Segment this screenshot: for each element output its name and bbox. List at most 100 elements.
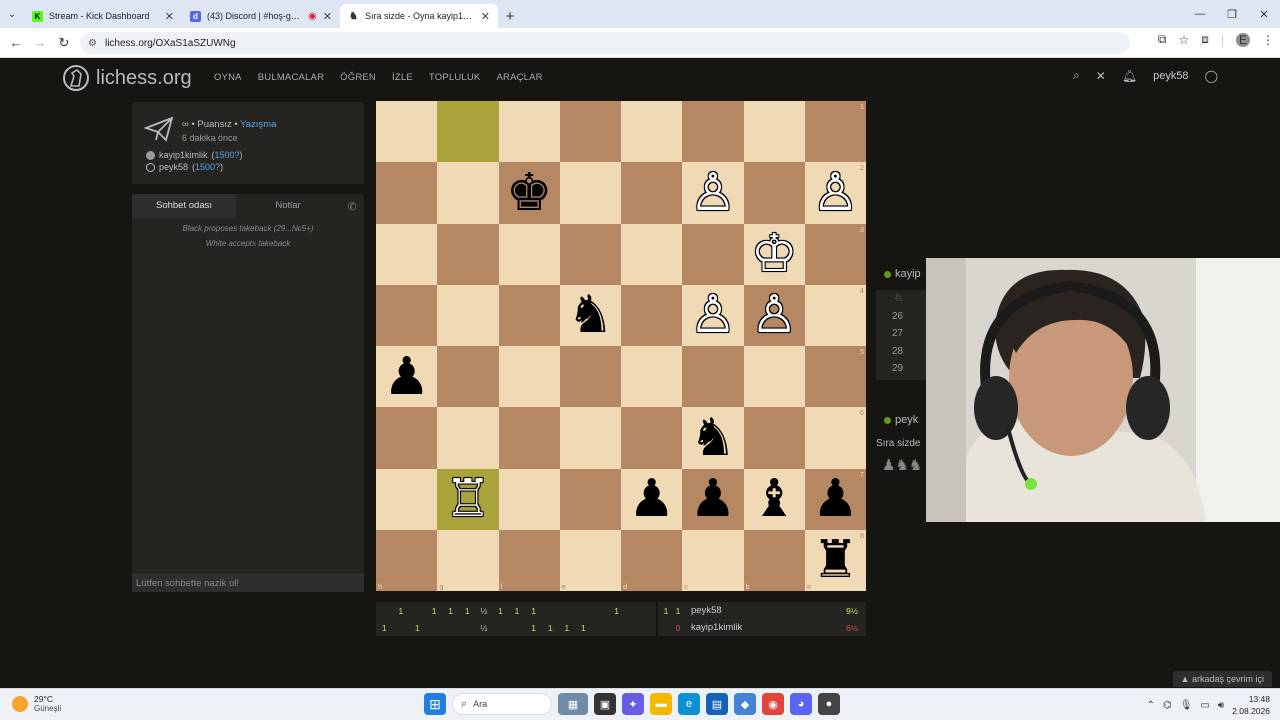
- result-cell[interactable]: 1: [575, 623, 592, 633]
- square-h7[interactable]: [376, 468, 438, 530]
- new-tab-button[interactable]: +: [498, 4, 522, 28]
- result-cell[interactable]: 1: [509, 606, 526, 616]
- voice-chat-icon[interactable]: ✆: [340, 200, 364, 213]
- square-f4[interactable]: [498, 284, 560, 346]
- square-f2[interactable]: ♚: [498, 162, 560, 224]
- chess-piece[interactable]: ♟: [812, 473, 859, 525]
- result-cell[interactable]: ½: [476, 623, 493, 633]
- square-a1[interactable]: 1: [804, 101, 866, 163]
- square-b4[interactable]: ♙: [743, 284, 805, 346]
- square-h8[interactable]: h: [376, 529, 438, 591]
- profile-avatar[interactable]: E: [1236, 32, 1250, 47]
- chess-piece[interactable]: ♙: [751, 289, 798, 341]
- square-c1[interactable]: [682, 101, 744, 163]
- result-cell[interactable]: 1: [376, 623, 393, 633]
- tab-kick[interactable]: K Stream - Kick Dashboard ✕: [24, 4, 182, 28]
- square-d7[interactable]: ♟: [621, 468, 683, 530]
- square-c2[interactable]: ♙: [682, 162, 744, 224]
- close-window-icon[interactable]: ✕: [1248, 0, 1280, 28]
- chess-piece[interactable]: ♚: [506, 167, 553, 219]
- square-g2[interactable]: [437, 162, 499, 224]
- square-a7[interactable]: ♟ 7: [804, 468, 866, 530]
- player-name[interactable]: peyk58: [685, 605, 826, 616]
- friends-online-button[interactable]: ▲ arkadaş çevrim içi: [1172, 671, 1272, 687]
- square-b6[interactable]: [743, 407, 805, 469]
- app-icon[interactable]: ◆: [734, 693, 756, 715]
- square-a6[interactable]: 6: [804, 407, 866, 469]
- chess-piece[interactable]: ♞: [690, 412, 737, 464]
- chess-piece[interactable]: ♞: [567, 289, 614, 341]
- meta-player-white[interactable]: peyk58 (1500?): [146, 162, 223, 172]
- square-g3[interactable]: [437, 223, 499, 285]
- square-c5[interactable]: [682, 346, 744, 408]
- square-b3[interactable]: ♔: [743, 223, 805, 285]
- chess-piece[interactable]: ♟: [628, 473, 675, 525]
- forward-icon[interactable]: →: [28, 35, 52, 50]
- tray-overflow-icon[interactable]: ⌃: [1147, 700, 1155, 711]
- square-f8[interactable]: f: [498, 529, 560, 591]
- tab-lichess[interactable]: ♞ Sıra sizde - Oyna kayip1kimlik ✕: [340, 4, 498, 28]
- square-e7[interactable]: [559, 468, 621, 530]
- square-d3[interactable]: [621, 223, 683, 285]
- chess-piece[interactable]: ♙: [690, 167, 737, 219]
- taskbar-search[interactable]: ⌕ Ara: [452, 693, 552, 715]
- chat-input[interactable]: Lütfen sohbette nazik ol!: [132, 574, 364, 592]
- chrome-icon[interactable]: ◉: [762, 693, 784, 715]
- square-d6[interactable]: [621, 407, 683, 469]
- square-d4[interactable]: [621, 284, 683, 346]
- result-cell[interactable]: 1: [442, 606, 459, 616]
- square-d5[interactable]: [621, 346, 683, 408]
- square-c8[interactable]: c: [682, 529, 744, 591]
- task-view-icon[interactable]: ▣: [594, 693, 616, 715]
- cast-icon[interactable]: ⧉: [1158, 32, 1167, 47]
- chess-piece[interactable]: ♙: [812, 167, 859, 219]
- square-b2[interactable]: [743, 162, 805, 224]
- square-f1[interactable]: [498, 101, 560, 163]
- tab-notes[interactable]: Notlar: [236, 194, 340, 218]
- square-g5[interactable]: [437, 346, 499, 408]
- result-cell[interactable]: 1: [393, 606, 410, 616]
- square-g4[interactable]: [437, 284, 499, 346]
- square-a3[interactable]: 3: [804, 223, 866, 285]
- tab-chat-room[interactable]: Sohbet odası: [132, 194, 236, 218]
- file-explorer-icon[interactable]: ▬: [650, 693, 672, 715]
- result-cell[interactable]: 1: [608, 606, 625, 616]
- square-b1[interactable]: [743, 101, 805, 163]
- network-icon[interactable]: ⌬: [1163, 700, 1172, 711]
- square-b7[interactable]: ♝: [743, 468, 805, 530]
- nav-puzzles[interactable]: BULMACALAR: [258, 72, 324, 83]
- display-icon[interactable]: ▭: [1200, 700, 1209, 711]
- square-a2[interactable]: ♙ 2: [804, 162, 866, 224]
- tab-search-icon[interactable]: ⌄: [0, 0, 24, 28]
- result-cell[interactable]: 1: [426, 606, 443, 616]
- chess-piece[interactable]: ♝: [751, 473, 798, 525]
- chess-piece[interactable]: ♙: [690, 289, 737, 341]
- nav-learn[interactable]: ÖĞREN: [340, 72, 376, 83]
- square-c7[interactable]: ♟: [682, 468, 744, 530]
- square-e5[interactable]: [559, 346, 621, 408]
- square-b8[interactable]: b: [743, 529, 805, 591]
- windows-start-icon[interactable]: ⊞: [424, 693, 446, 715]
- edge-icon[interactable]: e: [678, 693, 700, 715]
- close-icon[interactable]: ✕: [165, 10, 174, 23]
- volume-icon[interactable]: 🔊︎: [1218, 700, 1224, 711]
- square-h5[interactable]: ♟: [376, 346, 438, 408]
- chessboard[interactable]: 1 ♚ ♙ ♙ 2 ♔ 3 ♞ ♙ ♙ 4 ♟ 5 ♞ 6 ♖ ♟ ♟ ♝ ♟ 7 h g f e d c b ♜ 8 a: [376, 101, 866, 591]
- square-e2[interactable]: [559, 162, 621, 224]
- square-g6[interactable]: [437, 407, 499, 469]
- obs-icon[interactable]: ●: [818, 693, 840, 715]
- microphone-icon[interactable]: 🎙︎: [1180, 700, 1193, 711]
- square-e4[interactable]: ♞: [559, 284, 621, 346]
- chess-piece[interactable]: ♖: [445, 473, 492, 525]
- result-cell[interactable]: 1: [492, 606, 509, 616]
- meta-player-black[interactable]: kayip1kimlik (1500?): [146, 150, 243, 160]
- chess-piece[interactable]: ♔: [751, 228, 798, 280]
- address-bar[interactable]: ⚙ lichess.org/OXaS1aSZUWNg: [80, 32, 1130, 54]
- close-icon[interactable]: ✕: [323, 10, 332, 23]
- back-icon[interactable]: ←: [4, 35, 28, 50]
- player-name[interactable]: kayip1kimlik: [685, 622, 826, 633]
- square-e3[interactable]: [559, 223, 621, 285]
- weather-widget[interactable]: 29°C Güneşli: [12, 694, 61, 713]
- square-h3[interactable]: [376, 223, 438, 285]
- square-h2[interactable]: [376, 162, 438, 224]
